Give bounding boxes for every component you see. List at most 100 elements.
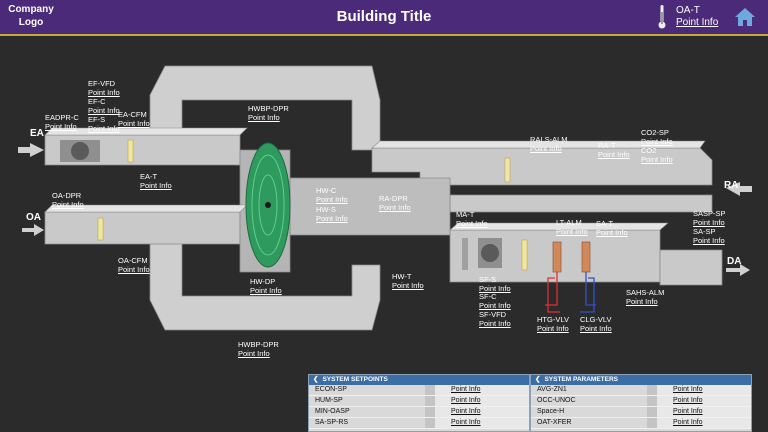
panel-title: SYSTEM SETPOINTS: [322, 376, 388, 383]
point-name: EF-VFD: [88, 79, 116, 88]
point-name: HWBP-DPR: [238, 340, 279, 349]
company-logo[interactable]: Company Logo: [6, 3, 56, 29]
point-info-link[interactable]: Point Info: [530, 144, 568, 153]
point-info-link[interactable]: Point Info: [556, 227, 588, 236]
point-name: SA-SP: [693, 227, 716, 236]
point-info-link[interactable]: Point Info: [657, 385, 751, 395]
row-divider: [647, 396, 657, 406]
point-name: HTG-VLV: [537, 315, 569, 324]
row-name: Space-H: [537, 408, 565, 415]
point-name: MA-T: [456, 210, 475, 219]
point-name: SF-S: [479, 275, 497, 284]
table-row: HUM-SP Point Info: [309, 396, 529, 407]
point-info-link[interactable]: Point Info: [580, 324, 612, 333]
point-info-link[interactable]: Point Info: [379, 203, 411, 212]
collapse-chevron-icon[interactable]: ❮: [313, 376, 318, 383]
home-icon[interactable]: [734, 6, 756, 28]
table-row: ECON-SP Point Info: [309, 385, 529, 396]
logo-line-1: Company: [8, 4, 54, 15]
table-row: OAT-XFER Point Info: [531, 418, 751, 429]
point-info-link[interactable]: Point Info: [435, 407, 529, 417]
point-info-link[interactable]: Point Info: [626, 297, 664, 306]
point-info-link[interactable]: Point Info: [641, 137, 673, 146]
point-hwbp-dpr-bottom: HWBP-DPR Point Info: [238, 340, 279, 358]
point-info-link[interactable]: Point Info: [392, 281, 424, 290]
point-name: HWBP-DPR: [248, 104, 289, 113]
point-hw-dp: HW-DP Point Info: [250, 277, 282, 295]
point-info-link[interactable]: Point Info: [45, 122, 79, 131]
point-co2-sp: CO2-SP Point Info: [641, 128, 673, 146]
point-name: LT-ALM: [556, 218, 582, 227]
point-info-link[interactable]: Point Info: [693, 218, 726, 227]
point-lt-alm: LT-ALM Point Info: [556, 218, 588, 236]
point-info-link[interactable]: Point Info: [537, 324, 569, 333]
point-name: SF-VFD: [479, 310, 507, 319]
point-info-link[interactable]: Point Info: [250, 286, 282, 295]
point-oa-cfm: OA-CFM Point Info: [118, 256, 150, 274]
point-info-link[interactable]: Point Info: [238, 349, 279, 358]
panel-header: ❮ SYSTEM PARAMETERS: [531, 375, 751, 385]
point-eadpr-c: EADPR-C Point Info: [45, 113, 79, 131]
point-ra-dpr: RA-DPR Point Info: [379, 194, 411, 212]
page-title: Building Title: [336, 8, 432, 25]
point-info-link[interactable]: Point Info: [596, 228, 628, 237]
point-info-link[interactable]: Point Info: [88, 88, 120, 97]
point-info-link[interactable]: Point Info: [248, 113, 289, 122]
point-info-link[interactable]: Point Info: [479, 301, 511, 310]
point-name: CO2: [641, 146, 657, 155]
point-info-link[interactable]: Point Info: [693, 236, 725, 245]
point-info-link[interactable]: Point Info: [657, 407, 751, 417]
point-info-link[interactable]: Point Info: [140, 181, 172, 190]
point-sahs-alm: SAHS-ALM Point Info: [626, 288, 664, 306]
point-name: EADPR-C: [45, 113, 79, 122]
point-oa-dpr: OA-DPR Point Info: [52, 191, 84, 209]
point-info-link[interactable]: Point Info: [657, 418, 751, 428]
point-info-link[interactable]: Point Info: [479, 319, 511, 328]
point-info-link[interactable]: Point Info: [435, 418, 529, 428]
system-parameters-panel: ❮ SYSTEM PARAMETERS AVG-ZN1 Point Info OCC…: [530, 374, 752, 432]
point-info-link[interactable]: Point Info: [598, 150, 630, 159]
table-row: AVG-ZN1 Point Info: [531, 385, 751, 396]
point-name: CO2-SP: [641, 128, 669, 137]
point-info-link[interactable]: Point Info: [316, 195, 348, 204]
point-name: SASP-SP: [693, 209, 726, 218]
point-sf-s: SF-S Point Info: [479, 275, 511, 293]
point-info-link[interactable]: Point Info: [657, 396, 751, 406]
point-sa-t: SA-T Point Info: [596, 219, 628, 237]
point-ef-vfd: EF-VFD Point Info: [88, 79, 120, 97]
header-bar: Company Logo Building Title OA-T Point I…: [0, 0, 768, 36]
point-info-link[interactable]: Point Info: [456, 219, 488, 228]
point-htg-vlv: HTG-VLV Point Info: [537, 315, 569, 333]
point-info-link[interactable]: Point Info: [52, 200, 84, 209]
point-info-link[interactable]: Point Info: [641, 155, 673, 164]
point-info-link[interactable]: Point Info: [88, 106, 120, 115]
panel-title: SYSTEM PARAMETERS: [544, 376, 619, 383]
point-info-link[interactable]: Point Info: [435, 396, 529, 406]
point-ma-t: MA-T Point Info: [456, 210, 488, 228]
point-name: SA-T: [596, 219, 614, 228]
row-divider: [647, 407, 657, 417]
da-flow-label: DA: [727, 256, 742, 267]
point-name: EF-S: [88, 115, 106, 124]
table-row: Space-H Point Info: [531, 407, 751, 418]
point-ra-t: RA-T Point Info: [598, 141, 630, 159]
row-divider: [425, 418, 435, 428]
table-row: SA-SP-RS Point Info: [309, 418, 529, 429]
point-ef-c: EF-C Point Info: [88, 97, 120, 115]
point-info-link[interactable]: Point Info: [118, 265, 150, 274]
point-info-link[interactable]: Point Info: [118, 119, 150, 128]
point-info-link[interactable]: Point Info: [316, 214, 348, 223]
table-row: MIN-OASP Point Info: [309, 407, 529, 418]
point-sf-c: SF-C Point Info: [479, 292, 511, 310]
table-row: OCC-UNOC Point Info: [531, 396, 751, 407]
oa-temp-point-info-link[interactable]: Point Info: [676, 17, 718, 29]
row-name: AVG-ZN1: [537, 386, 567, 393]
point-info-link[interactable]: Point Info: [88, 124, 120, 133]
point-info-link[interactable]: Point Info: [435, 385, 529, 395]
collapse-chevron-icon[interactable]: ❮: [535, 376, 540, 383]
ea-flow-label: EA: [30, 128, 44, 139]
heat-wheel[interactable]: [245, 142, 291, 268]
point-name: OA-DPR: [52, 191, 82, 200]
ra-flow-label: RA: [724, 180, 739, 191]
point-hwbp-dpr-top: HWBP-DPR Point Info: [248, 104, 289, 122]
